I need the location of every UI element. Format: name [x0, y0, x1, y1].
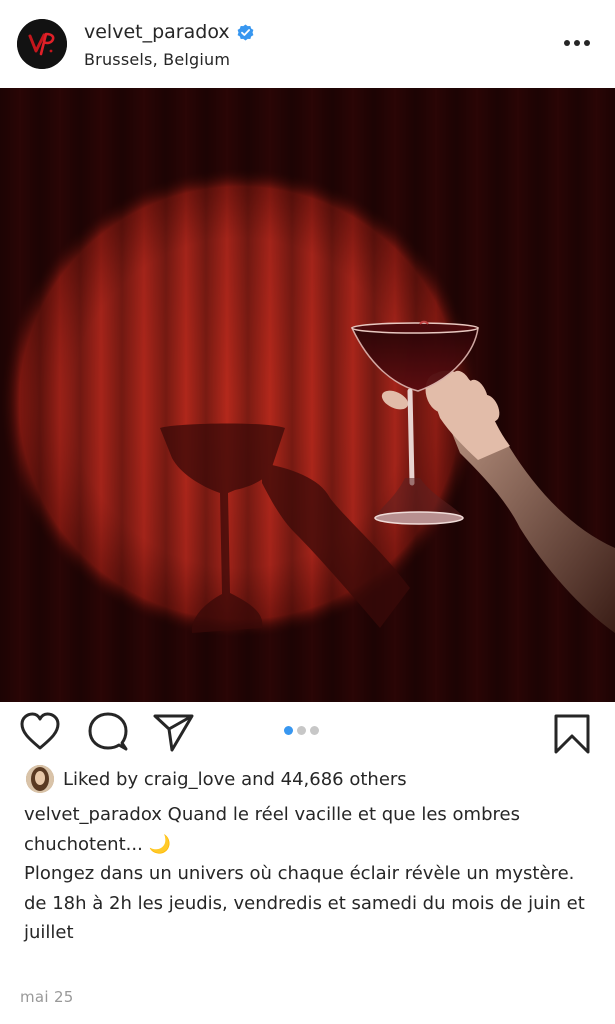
username-row: velvet_paradox [84, 20, 255, 44]
likes-row: Liked by craig_love and 44,686 others [26, 763, 407, 795]
post-photo[interactable] [0, 88, 615, 702]
carousel-indicator [284, 726, 319, 735]
caption-author[interactable]: velvet_paradox [24, 804, 162, 825]
likes-prefix: Liked by [63, 768, 144, 790]
caption-line-1: velvet_paradox Quand le réel vacille et … [24, 800, 594, 859]
like-button[interactable] [18, 710, 62, 754]
brand-logo-icon [17, 19, 67, 69]
caption: velvet_paradox Quand le réel vacille et … [24, 800, 594, 948]
bookmark-icon [554, 714, 590, 754]
caption-line-3: de 18h à 2h les jeudis, vendredis et sam… [24, 892, 585, 944]
comment-button[interactable] [86, 710, 130, 754]
location-link[interactable]: Brussels, Belgium [84, 50, 255, 69]
liker-avatar[interactable] [26, 765, 54, 793]
post-header: velvet_paradox Brussels, Belgium [0, 0, 615, 88]
profile-avatar[interactable] [17, 19, 67, 69]
carousel-dot-active [284, 726, 293, 735]
carousel-dot [310, 726, 319, 735]
share-button[interactable] [152, 710, 196, 754]
cocktail-spotlight-image [0, 88, 615, 702]
save-button[interactable] [550, 710, 594, 754]
caption-line-2: Plongez dans un univers où chaque éclair… [24, 863, 575, 884]
action-bar [0, 702, 615, 760]
send-icon [153, 714, 194, 752]
verified-badge-icon [237, 24, 253, 40]
username[interactable]: velvet_paradox [84, 21, 230, 43]
liker-username[interactable]: craig_love [144, 769, 236, 790]
more-options-icon [564, 40, 590, 46]
likes-count[interactable]: Liked by craig_love and 44,686 others [63, 769, 407, 790]
user-avatar-icon [26, 765, 54, 793]
header-text: velvet_paradox Brussels, Belgium [84, 20, 255, 69]
post-date: mai 25 [20, 988, 74, 1006]
likes-suffix: and 44,686 others [235, 768, 407, 790]
more-options-button[interactable] [563, 32, 591, 54]
comment-icon [88, 712, 128, 751]
carousel-dot [297, 726, 306, 735]
heart-icon [20, 712, 60, 750]
